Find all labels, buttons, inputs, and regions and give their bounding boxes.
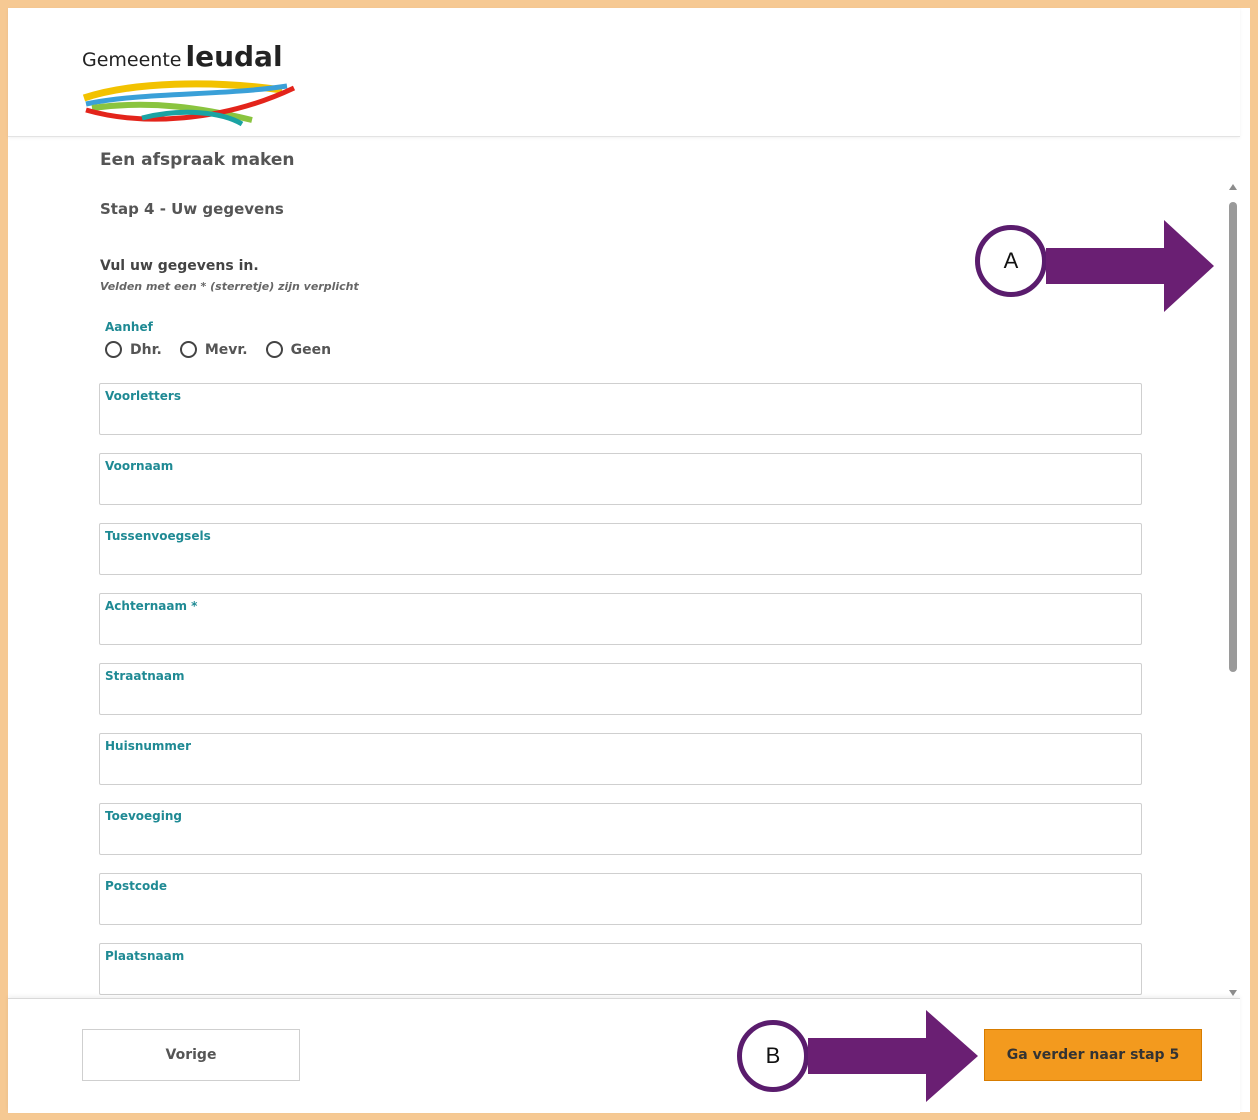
huisnummer-input[interactable] (105, 758, 1129, 782)
next-step-button[interactable]: Ga verder naar stap 5 (984, 1029, 1202, 1081)
previous-button[interactable]: Vorige (82, 1029, 300, 1081)
field-label: Plaatsnaam (105, 949, 185, 963)
page-title: Een afspraak maken (100, 150, 295, 170)
voorletters-input[interactable] (105, 408, 1129, 432)
gemeente-leudal-logo[interactable]: Gemeente leudal (82, 40, 302, 130)
logo-brand: leudal (185, 40, 283, 73)
field-label: Postcode (105, 879, 168, 893)
radio-label: Geen (290, 341, 332, 358)
postcode-field[interactable]: Postcode (99, 873, 1142, 925)
scroll-up-icon[interactable] (1229, 184, 1237, 190)
scrollbar-thumb[interactable] (1229, 202, 1237, 672)
radio-label: Dhr. (130, 341, 162, 358)
achternaam-field[interactable]: Achternaam * (99, 593, 1142, 645)
tussenvoegsels-field[interactable]: Tussenvoegsels (99, 523, 1142, 575)
field-label: Huisnummer (105, 739, 191, 753)
radio-geen[interactable]: Geen (265, 341, 332, 358)
radio-dhr[interactable]: Dhr. (105, 341, 162, 358)
plaatsnaam-field[interactable]: Plaatsnaam (99, 943, 1142, 995)
straatnaam-field[interactable]: Straatnaam (99, 663, 1142, 715)
toevoeging-field[interactable]: Toevoeging (99, 803, 1142, 855)
huisnummer-field[interactable]: Huisnummer (99, 733, 1142, 785)
step-heading: Stap 4 - Uw gegevens (100, 200, 284, 218)
logo-wordmark: Gemeente leudal (82, 40, 283, 73)
tussenvoegsels-input[interactable] (105, 548, 1129, 572)
radio-circle[interactable] (179, 341, 197, 358)
annotation-arrow-a-icon (1046, 220, 1214, 312)
field-label: Straatnaam (105, 669, 185, 683)
aanhef-radio-group: Dhr. Mevr. Geen (105, 341, 349, 358)
voorletters-field[interactable]: Voorletters (99, 383, 1142, 435)
radio-circle[interactable] (265, 341, 283, 358)
voornaam-input[interactable] (105, 478, 1129, 502)
vertical-scrollbar[interactable] (1226, 180, 1240, 1000)
annotation-marker-a: A (975, 225, 1047, 297)
field-label: Achternaam * (105, 599, 198, 613)
voornaam-field[interactable]: Voornaam (99, 453, 1142, 505)
site-header: Gemeente leudal (8, 8, 1240, 137)
aanhef-label: Aanhef (105, 320, 153, 334)
form-intro: Vul uw gegevens in. (100, 258, 259, 274)
radio-label: Mevr. (204, 341, 248, 358)
straatnaam-input[interactable] (105, 688, 1129, 712)
annotation-marker-b: B (737, 1020, 809, 1092)
logo-swoosh-graphic (82, 80, 296, 127)
field-label: Toevoeging (105, 809, 183, 823)
annotation-arrow-b-icon (808, 1010, 978, 1102)
plaatsnaam-input[interactable] (105, 968, 1129, 992)
scroll-down-icon[interactable] (1229, 990, 1237, 996)
field-label: Tussenvoegsels (105, 529, 211, 543)
logo-prefix: Gemeente (82, 49, 182, 71)
radio-circle[interactable] (105, 341, 122, 358)
achternaam-input[interactable] (105, 618, 1129, 642)
toevoeging-input[interactable] (105, 828, 1129, 852)
form-footer: Vorige Ga verder naar stap 5 (8, 998, 1240, 1113)
radio-mevr[interactable]: Mevr. (179, 341, 248, 358)
required-note: Velden met een * (sterretje) zijn verpli… (100, 280, 359, 293)
postcode-input[interactable] (105, 898, 1129, 922)
field-label: Voornaam (105, 459, 174, 473)
field-label: Voorletters (105, 389, 181, 403)
